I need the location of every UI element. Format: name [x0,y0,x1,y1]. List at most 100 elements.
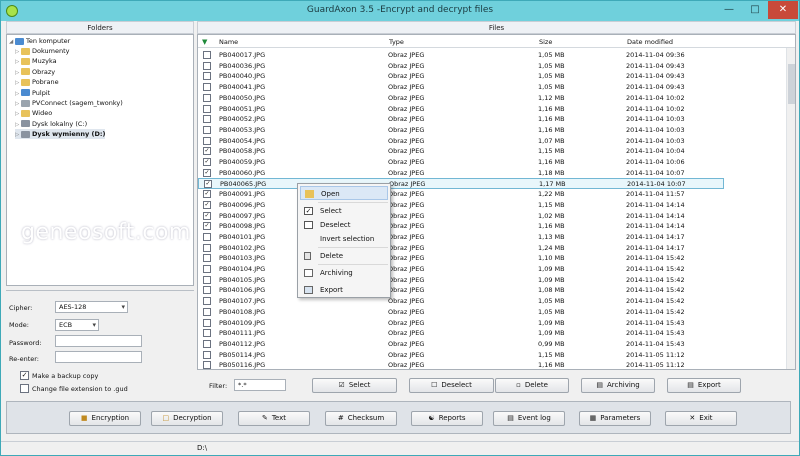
file-checkbox[interactable] [203,318,211,327]
file-row[interactable]: PB040053.JPG Obraz JPEG 1,16 MB 2014-11-04 … [198,125,788,136]
scrollbar-thumb[interactable] [788,64,795,104]
file-checkbox[interactable] [203,265,211,273]
extension-checkbox[interactable] [20,384,29,393]
event-log-button[interactable]: ▤ Event log [493,411,565,426]
tree-node-7[interactable]: ▷ Dysk lokalny (C:) [15,119,87,129]
file-row[interactable]: ✓ PB040060.JPG Obraz JPEG 1,18 MB 2014-11-04… [198,168,788,179]
file-checkbox[interactable] [203,232,211,241]
file-row[interactable]: PB040102.JPG Obraz JPEG 1,24 MB 2014-11-04 … [198,243,788,254]
file-row[interactable]: PB040040.JPG Obraz JPEG 1,05 MB 2014-11-04 … [198,71,788,82]
vertical-scrollbar[interactable] [786,48,795,369]
backup-checkbox[interactable]: ✓ [20,371,29,380]
checksum-button[interactable]: # Checksum [325,411,397,426]
select-button[interactable]: ☑ Select [312,378,397,393]
tree-node-0[interactable]: ▷ Dokumenty [15,46,70,56]
file-row[interactable]: ✓ PB040097.JPG Obraz JPEG 1,02 MB 2014-11-04… [198,211,788,222]
decryption-button[interactable]: □ Decryption [151,411,223,426]
menu-item-select[interactable]: ✓ Select [300,204,388,218]
file-checkbox[interactable] [203,350,211,359]
tree-node-8[interactable]: ▷ Dysk wymienny (D:) [15,129,106,140]
menu-item-open[interactable]: Open [300,186,388,200]
file-checkbox[interactable] [203,93,211,102]
file-row[interactable]: ✓ PB040059.JPG Obraz JPEG 1,16 MB 2014-11-04… [198,157,788,168]
file-row[interactable]: PB040112.JPG Obraz JPEG 0,99 MB 2014-11-04 … [198,339,788,350]
menu-item-deselect[interactable]: Deselect [300,218,388,232]
menu-item-delete[interactable]: Delete [300,249,388,263]
file-checkbox[interactable] [203,339,211,348]
file-checkbox[interactable] [203,275,211,284]
file-row[interactable]: PB040051.JPG Obraz JPEG 1,16 MB 2014-11-04 … [198,104,788,115]
file-row[interactable]: ✓ PB040065.JPG Obraz JPEG 1,17 MB 2014-11-04… [198,178,724,190]
tree-node-2[interactable]: ▷ Obrazy [15,67,55,77]
file-row[interactable]: PB040054.JPG Obraz JPEG 1,07 MB 2014-11-04 … [198,136,788,147]
cipher-select[interactable]: AES-128 [55,301,128,313]
maximize-button[interactable]: □ [742,1,768,19]
file-checkbox[interactable]: ✓ [203,222,211,231]
file-checkbox[interactable] [203,115,211,124]
file-checkbox[interactable]: ✓ [203,200,211,209]
tree-node-1[interactable]: ▷ Muzyka [15,56,57,66]
file-checkbox[interactable]: ✓ [203,168,211,177]
file-row[interactable]: PB040105.JPG Obraz JPEG 1,09 MB 2014-11-04 … [198,275,788,286]
tree-node-6[interactable]: ▷ Wideo [15,108,52,118]
file-checkbox[interactable] [203,136,211,145]
file-checkbox[interactable]: ✓ [203,211,211,220]
mode-select[interactable]: ECB [55,319,99,331]
title-bar[interactable]: GuardAxon 3.5 -Encrypt and decrypt files… [1,1,799,21]
file-row[interactable]: ✓ PB040058.JPG Obraz JPEG 1,15 MB 2014-11-04… [198,146,788,157]
reports-button[interactable]: ☯ Reports [411,411,483,426]
file-checkbox[interactable] [203,243,211,252]
file-row[interactable]: PB040052.JPG Obraz JPEG 1,16 MB 2014-11-04 … [198,114,788,125]
file-checkbox[interactable] [203,297,211,306]
menu-item-archiving[interactable]: Archiving [300,266,388,280]
file-row[interactable]: PB050116.JPG Obraz JPEG 1,16 MB 2014-11-05 … [198,360,788,369]
file-checkbox[interactable] [203,61,211,70]
file-row[interactable]: PB040050.JPG Obraz JPEG 1,12 MB 2014-11-04 … [198,93,788,104]
tree-node-root[interactable]: ◢ Ten komputer [9,36,70,46]
delete-button[interactable]: ▫ Delete [495,378,569,393]
column-date[interactable]: Date modified [627,38,673,46]
file-checkbox[interactable] [203,329,211,338]
exit-button[interactable]: ✕ Exit [665,411,737,426]
file-row[interactable]: ✓ PB040091.JPG Obraz JPEG 1,22 MB 2014-11-04… [198,189,788,200]
menu-item-invert[interactable]: Invert selection [300,232,388,246]
file-checkbox[interactable] [203,51,211,59]
file-row[interactable]: ✓ PB040096.JPG Obraz JPEG 1,15 MB 2014-11-04… [198,200,788,211]
minimize-button[interactable]: — [716,1,742,19]
file-checkbox[interactable] [203,307,211,316]
file-row[interactable]: ✓ PB040098.JPG Obraz JPEG 1,16 MB 2014-11-04… [198,221,788,232]
file-checkbox[interactable] [203,83,211,92]
file-list[interactable]: ▼ Name Type Size Date modified PB040017.… [197,34,796,370]
file-checkbox[interactable] [203,361,211,369]
reenter-password-field[interactable] [55,351,142,363]
file-row[interactable]: PB040017.JPG Obraz JPEG 1,05 MB 2014-11-04 … [198,50,788,61]
export-button[interactable]: ▤ Export [667,378,741,393]
text-button[interactable]: ✎ Text [238,411,310,426]
check-all-icon[interactable]: ▼ [202,38,207,46]
tree-node-4[interactable]: ▷ Pulpit [15,88,50,98]
column-size[interactable]: Size [539,38,552,46]
file-checkbox[interactable]: ✓ [203,147,211,156]
file-checkbox[interactable]: ✓ [204,180,212,189]
file-checkbox[interactable]: ✓ [203,190,211,199]
file-row[interactable]: PB040108.JPG Obraz JPEG 1,05 MB 2014-11-04 … [198,307,788,318]
deselect-button[interactable]: ☐ Deselect [409,378,494,393]
file-checkbox[interactable] [203,254,211,263]
file-row[interactable]: PB040109.JPG Obraz JPEG 1,09 MB 2014-11-04 … [198,318,788,329]
column-type[interactable]: Type [389,38,404,46]
folder-tree[interactable]: ◢ Ten komputer ▷ Dokumenty ▷ Muzyka ▷ Obrazy ▷ P… [6,34,194,286]
file-row[interactable]: PB040106.JPG Obraz JPEG 1,08 MB 2014-11-04 … [198,285,788,296]
parameters-button[interactable]: ▦ Parameters [579,411,651,426]
file-row[interactable]: PB040101.JPG Obraz JPEG 1,13 MB 2014-11-04 … [198,232,788,243]
file-checkbox[interactable] [203,104,211,113]
file-checkbox[interactable] [203,72,211,81]
file-row[interactable]: PB040104.JPG Obraz JPEG 1,09 MB 2014-11-04 … [198,264,788,275]
file-checkbox[interactable] [203,286,211,295]
file-row[interactable]: PB040103.JPG Obraz JPEG 1,10 MB 2014-11-04 … [198,253,788,264]
tree-node-3[interactable]: ▷ Pobrane [15,77,59,87]
close-button[interactable]: ✕ [768,1,798,19]
file-checkbox[interactable] [203,125,211,134]
password-field[interactable] [55,335,142,347]
menu-item-export[interactable]: Export [300,283,388,297]
file-row[interactable]: PB040041.JPG Obraz JPEG 1,05 MB 2014-11-04 … [198,82,788,93]
